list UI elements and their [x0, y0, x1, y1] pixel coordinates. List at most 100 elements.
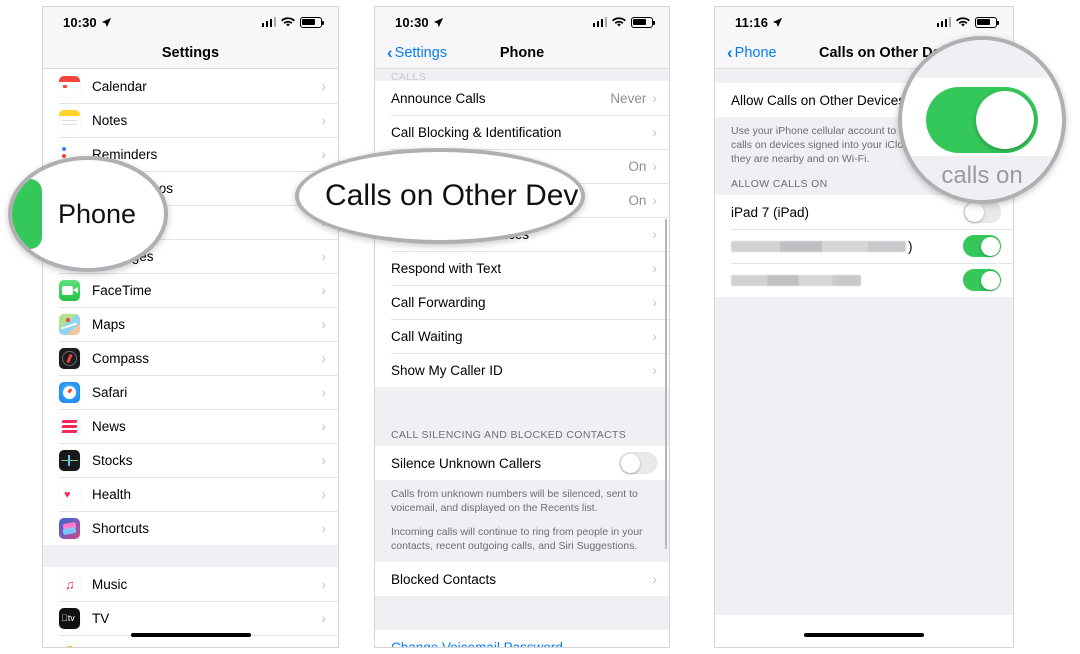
- chevron-right-icon: ›: [321, 645, 326, 647]
- wifi-icon: [281, 16, 295, 26]
- back-button-phone[interactable]: ‹ Phone: [727, 42, 777, 62]
- settings-row[interactable]: Stocks ›: [43, 443, 338, 477]
- cellular-signal-icon: [261, 17, 276, 27]
- list-footer-spacer: [715, 297, 1013, 315]
- settings-row-label: Call Forwarding: [391, 294, 486, 310]
- settings-row-label: Calendar: [92, 78, 147, 94]
- settings-row[interactable]: [715, 263, 1013, 297]
- settings-row-label: Photos: [92, 645, 321, 648]
- toggle-switch[interactable]: [619, 452, 657, 474]
- settings-row-label: Call Waiting: [391, 328, 463, 344]
- redacted-device-name: [731, 240, 906, 252]
- magnifier-three-bottom-text: calls on: [902, 156, 1062, 200]
- tv-app-icon: tv: [59, 607, 80, 629]
- phone2-nav-bar: ‹ Settings Phone: [375, 37, 669, 69]
- chevron-right-icon: ›: [652, 294, 657, 310]
- chevron-right-icon: ›: [321, 520, 326, 536]
- settings-row[interactable]: Blocked Contacts ›: [375, 562, 669, 596]
- settings-row[interactable]: News ›: [43, 409, 338, 443]
- status-time-group: 10:30: [395, 15, 444, 30]
- health-app-icon: ♥: [59, 483, 80, 505]
- back-button-label: Phone: [734, 44, 777, 61]
- settings-row[interactable]: Show My Caller ID ›: [375, 353, 669, 387]
- settings-row[interactable]: Respond with Text ›: [375, 251, 669, 285]
- settings-row[interactable]: Notes ›: [43, 103, 338, 137]
- magnifier-two-text: Calls on Other Dev: [325, 179, 579, 212]
- toggle-switch[interactable]: [963, 269, 1001, 291]
- settings-row-label: News: [92, 418, 126, 434]
- settings-row[interactable]: Call Blocking & Identification ›: [375, 115, 669, 149]
- cellular-signal-icon: [592, 17, 607, 27]
- silence-unknown-callers-description: Calls from unknown numbers will be silen…: [375, 480, 669, 562]
- toggle-switch[interactable]: [963, 235, 1001, 257]
- settings-row[interactable]: ♥ Health ›: [43, 477, 338, 511]
- chevron-right-icon: ›: [652, 226, 657, 242]
- settings-row-label: [731, 274, 963, 286]
- chevron-right-icon: ›: [321, 486, 326, 502]
- phone-screen-phone-settings: 10:30 ‹ Settings Phone CALLS Announce Ca…: [374, 6, 670, 648]
- settings-row-value: On: [628, 158, 647, 174]
- chevron-right-icon: ›: [321, 316, 326, 332]
- chevron-right-icon: ›: [321, 350, 326, 366]
- settings-row[interactable]: Safari ›: [43, 375, 338, 409]
- settings-row-label: FaceTime: [92, 282, 152, 298]
- settings-row-label: ): [731, 239, 963, 254]
- status-indicators: [261, 16, 324, 28]
- screenshot-stage: 10:30 Settings Calendar › Notes › Reminders ›…: [0, 0, 1080, 654]
- chevron-right-icon: ›: [321, 610, 326, 626]
- status-time: 10:30: [395, 14, 429, 30]
- settings-row[interactable]: Compass ›: [43, 341, 338, 375]
- settings-row[interactable]: Change Voicemail Password: [375, 630, 669, 647]
- facetime-app-icon: [59, 279, 80, 301]
- cellular-signal-icon: [936, 17, 951, 27]
- settings-row-label: Shortcuts: [92, 520, 150, 536]
- settings-row[interactable]: Silence Unknown Callers: [375, 446, 669, 480]
- redacted-device-name: [731, 274, 861, 286]
- settings-row[interactable]: ♫ Music ›: [43, 567, 338, 601]
- status-indicators: [592, 16, 655, 28]
- notes-app-icon: [59, 109, 80, 131]
- settings-row[interactable]: Maps ›: [43, 307, 338, 341]
- magnifier-allow-calls-toggle: calls on: [898, 36, 1066, 204]
- back-button-settings[interactable]: ‹ Settings: [387, 44, 447, 61]
- battery-icon: [975, 16, 999, 28]
- allow-calls-toggle-zoomed[interactable]: [926, 87, 1038, 153]
- settings-row[interactable]: tv TV ›: [43, 601, 338, 635]
- chevron-right-icon: ›: [321, 576, 326, 592]
- desc-paragraph: Calls from unknown numbers will be silen…: [391, 488, 638, 514]
- chevron-right-icon: ›: [652, 158, 657, 174]
- settings-row-label: Music: [92, 576, 128, 592]
- phone3-status-bar: 11:16: [715, 7, 1013, 37]
- toggle-knob: [620, 453, 640, 473]
- chevron-left-icon: ‹: [727, 42, 733, 62]
- stocks-app-icon: [59, 449, 80, 471]
- settings-row[interactable]: FaceTime ›: [43, 273, 338, 307]
- news-app-icon: [59, 415, 80, 437]
- settings-row-value: Never: [610, 90, 647, 106]
- chevron-right-icon: ›: [652, 90, 657, 106]
- settings-row-label: Stocks: [92, 452, 133, 468]
- settings-row[interactable]: Calendar ›: [43, 69, 338, 103]
- status-time-group: 11:16: [735, 15, 783, 30]
- chevron-right-icon: ›: [652, 260, 657, 276]
- location-arrow-icon: [433, 17, 443, 27]
- location-arrow-icon: [101, 17, 111, 27]
- home-indicator: [804, 632, 924, 637]
- magnifier-two-body: Calls on Other Dev: [299, 152, 581, 240]
- scroll-indicator[interactable]: [664, 219, 667, 549]
- battery-icon: [300, 16, 324, 28]
- maps-app-icon: [59, 313, 80, 335]
- chevron-right-icon: ›: [652, 124, 657, 140]
- settings-row-label: Change Voicemail Password: [391, 639, 563, 648]
- settings-row[interactable]: ): [715, 229, 1013, 263]
- phone1-nav-bar: Settings: [43, 37, 338, 69]
- group-spacer: [375, 596, 669, 630]
- settings-row[interactable]: Announce Calls Never ›: [375, 81, 669, 115]
- settings-row[interactable]: Call Waiting ›: [375, 319, 669, 353]
- chevron-right-icon: ›: [321, 248, 326, 264]
- settings-row[interactable]: Shortcuts ›: [43, 511, 338, 545]
- safari-app-icon: [59, 381, 80, 403]
- location-arrow-icon: [772, 17, 783, 27]
- settings-row[interactable]: Call Forwarding ›: [375, 285, 669, 319]
- toggle-switch[interactable]: [963, 201, 1001, 223]
